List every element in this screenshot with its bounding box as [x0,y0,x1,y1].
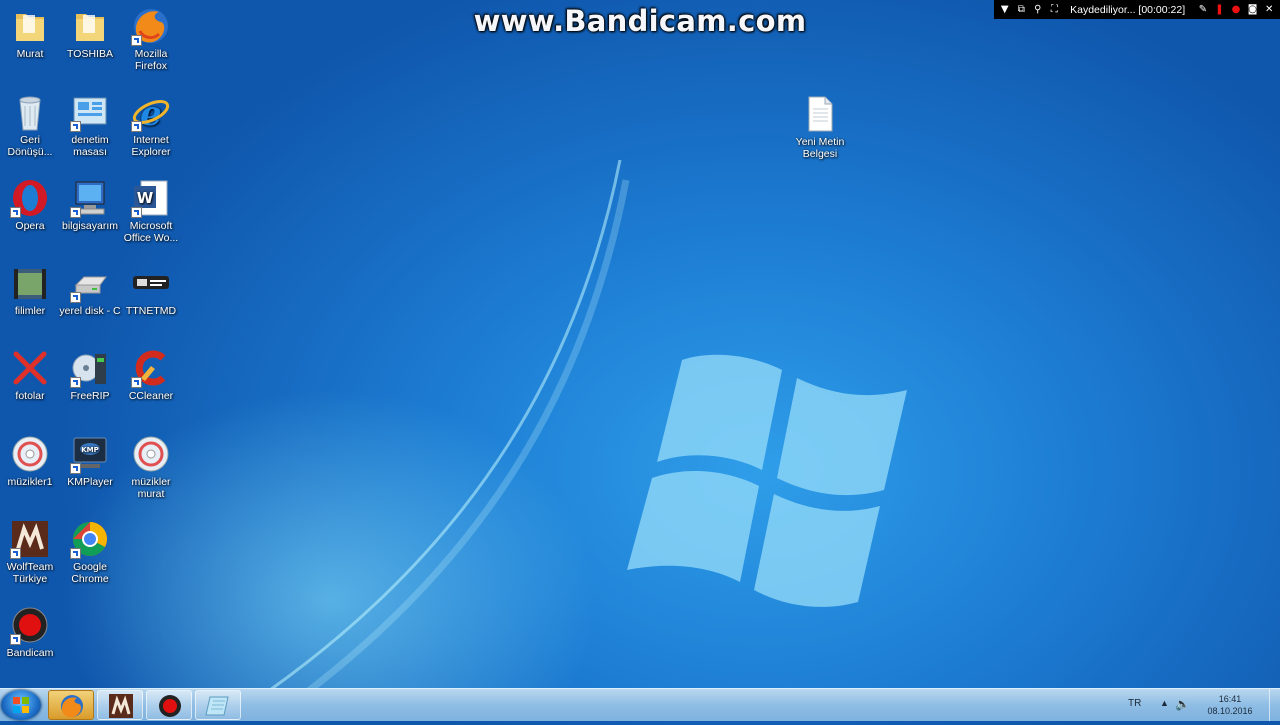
shortcut-arrow-icon [131,121,142,132]
bandicam-recording-toolbar: ▼ ⧉ ⚲ ⛶ Kaydediliyor... [00:00:22] ✎ ❚ ●… [994,0,1280,19]
svg-text:e: e [140,94,162,132]
close-icon[interactable]: ✕ [1264,4,1274,15]
shortcut-arrow-icon [131,35,142,46]
wallpaper-light-streak [269,160,630,708]
folder-icon [70,6,110,46]
desktop-icon-internet-explorer[interactable]: e Internet Explorer [115,92,187,158]
taskbar: TR ▲ 🔈 16:41 08.10.2016 [0,688,1280,721]
shortcut-arrow-icon [70,463,81,474]
taskbar-wolfteam-button[interactable] [97,690,143,720]
desktop-icon-word[interactable]: W Microsoft Office Wo... [115,178,187,244]
opera-icon [10,178,50,218]
shortcut-arrow-icon [131,377,142,388]
shortcut-arrow-icon [131,207,142,218]
show-hidden-icons-icon[interactable]: ▲ [1160,698,1169,708]
camera-icon[interactable]: ◙ [1248,4,1258,15]
clock[interactable]: 16:41 08.10.2016 [1195,693,1265,717]
pencil-icon[interactable]: ✎ [1198,4,1208,15]
window-mode-icon[interactable]: ⧉ [1017,4,1027,15]
stop-record-icon[interactable]: ● [1231,4,1241,15]
firefox-icon [131,6,171,46]
kmplayer-icon: KMP [70,434,110,474]
clock-time: 16:41 [1218,694,1242,704]
recording-status: Kaydediliyor... [00:00:22] [1070,3,1186,16]
chrome-icon [70,519,110,559]
ccleaner-icon [131,348,171,388]
photos-icon [10,348,50,388]
shortcut-arrow-icon [10,634,21,645]
film-folder-icon [10,263,50,303]
volume-icon[interactable]: 🔈 [1175,697,1190,711]
shortcut-arrow-icon [70,207,81,218]
music-disc-icon [131,434,171,474]
drive-icon [70,263,110,303]
shortcut-arrow-icon [70,121,81,132]
desktop-icon-ccleaner[interactable]: CCleaner [115,348,187,402]
search-icon[interactable]: ⚲ [1033,4,1043,15]
desktop-icon-new-text-document[interactable]: Yeni Metin Belgesi [784,94,856,160]
desktop-icon-bandicam[interactable]: Bandicam [0,605,66,659]
text-document-icon [800,94,840,134]
internet-explorer-icon: e [131,92,171,134]
svg-text:W: W [137,189,154,207]
start-button[interactable] [1,690,41,720]
pause-icon[interactable]: ❚ [1215,4,1225,15]
svg-text:KMP: KMP [81,446,99,454]
music-disc-icon [10,434,50,474]
shortcut-arrow-icon [10,207,21,218]
language-indicator[interactable]: TR [1128,698,1141,709]
fullscreen-icon[interactable]: ⛶ [1050,4,1060,15]
show-desktop-button[interactable] [1269,689,1280,721]
shortcut-arrow-icon [70,292,81,303]
desktop-icon-chrome[interactable]: Google Chrome [54,519,126,585]
firefox-icon [61,695,83,718]
desktop-icon-muzikler-murat[interactable]: müzikler murat [115,434,187,500]
word-icon: W [131,178,171,218]
windows-logo-icon [13,697,29,713]
shortcut-arrow-icon [10,548,21,559]
clock-date: 08.10.2016 [1207,706,1253,716]
shortcut-arrow-icon [70,548,81,559]
windows-logo-wallpaper [627,354,907,607]
shortcut-arrow-icon [70,377,81,388]
wolfteam-icon [109,694,133,718]
desktop-icon-ttnetmd[interactable]: TTNETMD [115,263,187,317]
bandicam-icon [10,605,50,645]
system-tray: TR ▲ 🔈 16:41 08.10.2016 [1110,689,1280,721]
dropdown-arrow-icon[interactable]: ▼ [1000,4,1010,15]
freerip-icon [70,348,110,388]
control-panel-icon [70,92,110,132]
taskbar-firefox-button[interactable] [48,690,94,720]
taskbar-bandicam-button[interactable] [146,690,192,720]
computer-icon [70,178,110,218]
notepad-icon [205,696,229,716]
ttnet-icon [131,263,171,303]
wolfteam-icon [10,519,50,559]
bandicam-icon [159,695,181,717]
folder-icon [10,6,50,46]
desktop-icon-firefox[interactable]: Mozilla Firefox [115,6,187,72]
taskbar-notepad-button[interactable] [195,690,241,720]
recycle-bin-icon [10,92,50,132]
